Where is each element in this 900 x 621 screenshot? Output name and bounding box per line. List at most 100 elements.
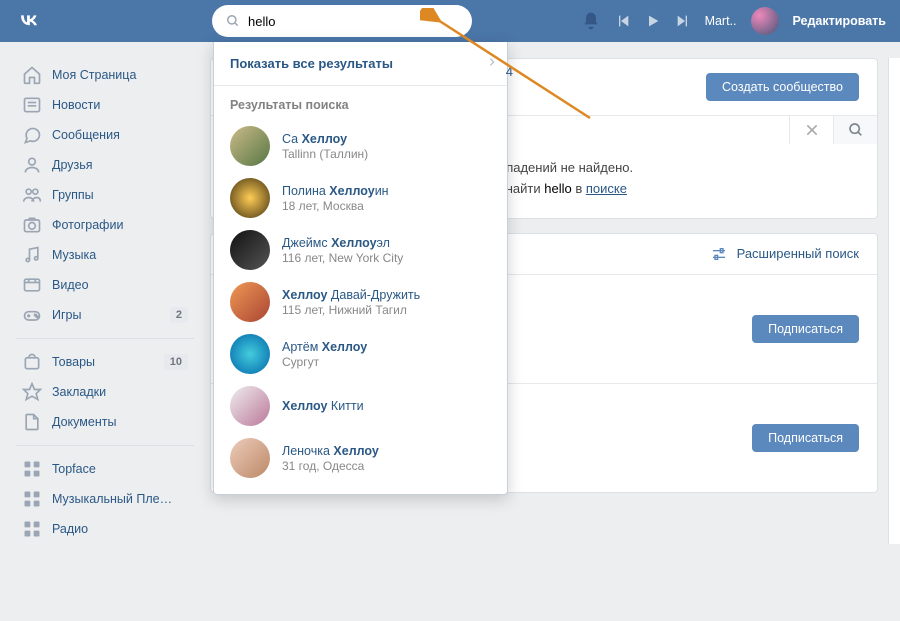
nav-item-video[interactable]: Видео [16,270,194,300]
app-icon [22,459,42,479]
global-search-link[interactable]: поиске [586,181,627,196]
nav-item-news[interactable]: Новости [16,90,194,120]
suggestion-item[interactable]: Хеллоу Давай-Дружить115 лет, Нижний Таги… [214,276,507,328]
player-play-icon[interactable] [645,13,661,29]
nav-label: Topface [52,462,188,476]
music-icon [22,245,42,265]
suggestion-name: Джеймс Хеллоуэл [282,235,403,251]
doc-icon [22,412,42,432]
nav-item-doc[interactable]: Документы [16,407,194,437]
nav-label: Фотографии [52,218,188,232]
suggestion-avatar [230,334,270,374]
suggestion-item[interactable]: Леночка Хеллоу31 год, Одесса [214,432,507,484]
groups-icon [22,185,42,205]
suggestion-item[interactable]: Артём ХеллоуСургут [214,328,507,380]
nav-item-groups[interactable]: Группы [16,180,194,210]
nav-item-app[interactable]: Topface [16,454,194,484]
nav-label: Радио [52,522,188,536]
search-submit-button[interactable] [833,116,877,144]
sliders-icon [711,246,727,262]
nav-label: Новости [52,98,188,112]
nav-item-photo[interactable]: Фотографии [16,210,194,240]
suggestion-avatar [230,126,270,166]
games-icon [22,305,42,325]
nav-item-star[interactable]: Закладки [16,377,194,407]
right-rail [888,58,900,544]
notifications-icon[interactable] [581,11,601,31]
suggestion-item[interactable]: Джеймс Хеллоуэл116 лет, New York City [214,224,507,276]
suggestion-item[interactable]: Са ХеллоуTallinn (Таллин) [214,120,507,172]
nav-label: Игры [52,308,170,322]
header-username[interactable]: Mart.. [705,14,737,28]
news-icon [22,95,42,115]
nav-separator [16,445,194,446]
player-prev-icon[interactable] [615,13,631,29]
nav-label: Сообщения [52,128,188,142]
nav-label: Группы [52,188,188,202]
app-icon [22,489,42,509]
suggestion-name: Полина Хеллоуин [282,183,389,199]
global-search-input[interactable] [248,14,458,29]
nav-item-games[interactable]: Игры2 [16,300,194,330]
nav-label: Музыка [52,248,188,262]
nav-label: Видео [52,278,188,292]
create-community-button[interactable]: Создать сообщество [706,73,859,101]
friends-icon [22,155,42,175]
nav-item-app[interactable]: Музыкальный Пле… [16,484,194,514]
nav-label: Моя Страница [52,68,188,82]
nav-item-msg[interactable]: Сообщения [16,120,194,150]
nav-item-home[interactable]: Моя Страница [16,60,194,90]
nav-badge: 10 [164,354,188,370]
nav-label: Музыкальный Пле… [52,492,188,506]
suggestion-avatar [230,438,270,478]
left-nav: Моя Страница Новости Сообщения Друзья Группы… [0,50,200,544]
header-edit-link[interactable]: Редактировать [793,14,886,28]
msg-icon [22,125,42,145]
top-header: Mart.. Редактировать [0,0,900,42]
close-icon [804,122,820,138]
app-icon [22,519,42,539]
nav-label: Документы [52,415,188,429]
search-suggestions-dropdown: Показать все результаты 4 Результаты пои… [213,42,508,495]
suggestion-item[interactable]: Полина Хеллоуин18 лет, Москва [214,172,507,224]
suggestion-meta: 115 лет, Нижний Тагил [282,303,420,317]
global-search[interactable] [212,5,472,37]
suggestion-name: Леночка Хеллоу [282,443,379,459]
suggestion-item[interactable]: Хеллоу Китти [214,380,507,432]
star-icon [22,382,42,402]
nav-label: Закладки [52,385,188,399]
header-avatar[interactable] [751,7,779,35]
suggestion-avatar [230,178,270,218]
bag-icon [22,352,42,372]
suggestion-meta: 116 лет, New York City [282,251,403,265]
nav-label: Друзья [52,158,188,172]
video-icon [22,275,42,295]
suggestion-meta: Сургут [282,355,367,369]
player-next-icon[interactable] [675,13,691,29]
suggestion-name: Са Хеллоу [282,131,368,147]
suggestion-name: Хеллоу Давай-Дружить [282,287,420,303]
search-icon [848,122,864,138]
nav-item-friends[interactable]: Друзья [16,150,194,180]
clear-search-button[interactable] [789,116,833,144]
suggestion-avatar [230,386,270,426]
subscribe-button[interactable]: Подписаться [752,424,859,452]
subscribe-button[interactable]: Подписаться [752,315,859,343]
nav-item-app[interactable]: Радио [16,514,194,544]
nav-item-music[interactable]: Музыка [16,240,194,270]
nav-badge: 2 [170,307,188,323]
suggestion-meta: Tallinn (Таллин) [282,147,368,161]
show-all-results-link[interactable]: Показать все результаты [214,42,507,85]
suggestion-avatar [230,282,270,322]
vk-logo[interactable] [14,7,42,35]
chevron-right-icon [487,55,497,72]
suggestion-name: Артём Хеллоу [282,339,367,355]
result-count-fragment: 4 [506,64,513,79]
home-icon [22,65,42,85]
nav-label: Товары [52,355,164,369]
results-section-label: Результаты поиска [214,86,507,120]
suggestion-name: Хеллоу Китти [282,398,364,414]
suggestion-meta: 31 год, Одесса [282,459,379,473]
photo-icon [22,215,42,235]
nav-item-bag[interactable]: Товары10 [16,347,194,377]
